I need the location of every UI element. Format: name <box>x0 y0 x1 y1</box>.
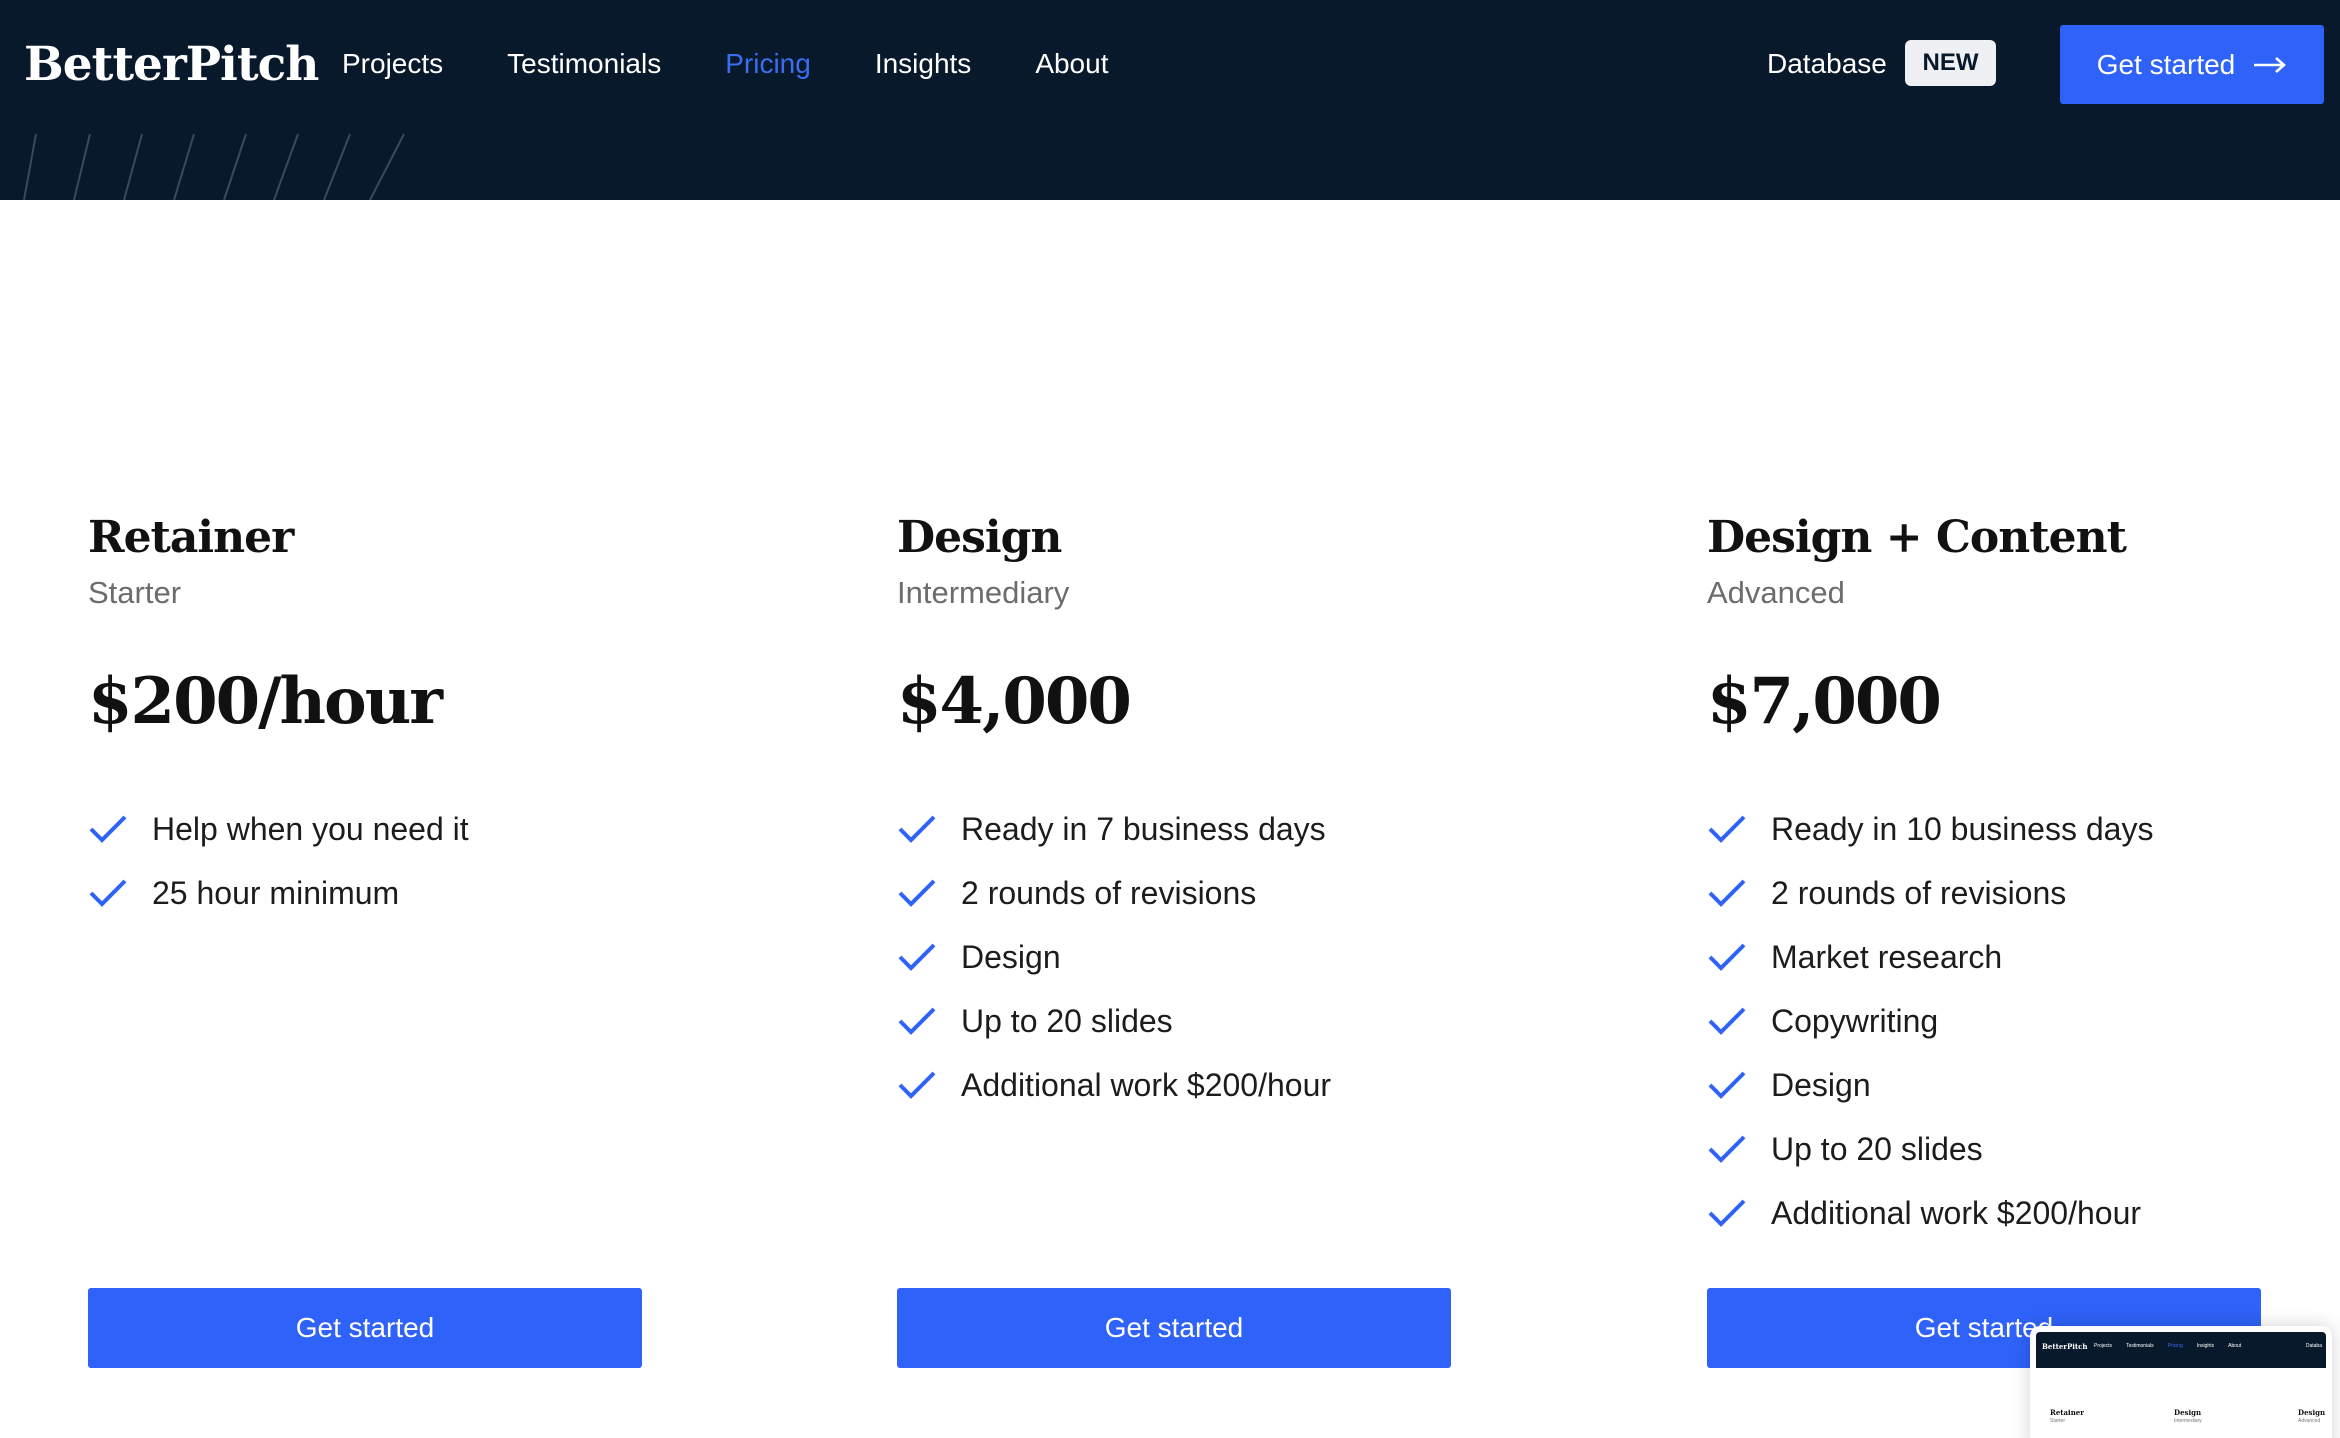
plan-retainer: Retainer Starter $200/hour Help when you… <box>88 505 648 925</box>
arrow-right-icon <box>2254 56 2287 73</box>
check-icon <box>89 815 127 843</box>
nav-item-about[interactable]: About <box>1035 40 1108 88</box>
plan-price: $7,000 <box>1707 664 1942 739</box>
feature-text: Help when you need it <box>152 810 469 847</box>
page-preview-thumbnail[interactable]: BetterPitch Projects Testimonials Pricing I… <box>2030 1326 2332 1438</box>
feature-text: Market research <box>1771 938 2003 975</box>
plan-name: Design <box>897 512 1062 563</box>
check-icon <box>898 1007 936 1035</box>
plan-name: Retainer <box>88 512 294 563</box>
nav-item-testimonials[interactable]: Testimonials <box>507 40 661 88</box>
feature-item: Additional work $200/hour <box>897 1053 1457 1117</box>
feature-item: Help when you need it <box>88 797 648 861</box>
feature-item: Up to 20 slides <box>897 989 1457 1053</box>
feature-item: Up to 20 slides <box>1707 1117 2267 1181</box>
check-icon <box>1708 1199 1746 1227</box>
feature-item: Design <box>897 925 1457 989</box>
preview-nav-item: Pricing <box>2167 1343 2183 1349</box>
decorative-stripes <box>23 133 405 200</box>
preview-nav-item: Testimonials <box>2126 1343 2154 1349</box>
preview-header: BetterPitch Projects Testimonials Pricing I… <box>2036 1332 2326 1368</box>
plan-design-content: Design + Content Advanced $7,000 Ready i… <box>1707 505 2267 1245</box>
feature-text: Ready in 7 business days <box>961 810 1326 847</box>
nav-item-insights[interactable]: Insights <box>875 40 972 88</box>
preview-plan-tier: Advanced <box>2298 1418 2321 1424</box>
preview-nav-item: Projects <box>2094 1343 2113 1349</box>
feature-list: Help when you need it 25 hour minimum <box>88 797 648 925</box>
plan-price: $4,000 <box>897 664 1132 739</box>
feature-item: 25 hour minimum <box>88 861 648 925</box>
preview-plan-tier: Intermediary <box>2174 1418 2202 1424</box>
feature-list: Ready in 7 business days 2 rounds of rev… <box>897 797 1457 1117</box>
retainer-get-started-button[interactable]: Get started <box>88 1288 642 1368</box>
feature-item: Additional work $200/hour <box>1707 1181 2267 1245</box>
plan-price: $200/hour <box>88 664 443 739</box>
check-icon <box>1708 1007 1746 1035</box>
preview-plan-name: Design <box>2298 1408 2326 1417</box>
feature-text: Design <box>1771 1066 1871 1103</box>
feature-item: Design <box>1707 1053 2267 1117</box>
feature-item: Market research <box>1707 925 2267 989</box>
check-icon <box>1708 1135 1746 1163</box>
feature-text: 2 rounds of revisions <box>961 874 1257 911</box>
main-nav: Projects Testimonials Pricing Insights A… <box>342 40 1172 88</box>
feature-item: Ready in 7 business days <box>897 797 1457 861</box>
plan-name: Design + Content <box>1707 512 2127 563</box>
check-icon <box>1708 815 1746 843</box>
preview-plan-tier: Starter <box>2050 1418 2066 1424</box>
preview-nav: Projects Testimonials Pricing Insights About <box>2094 1343 2255 1349</box>
check-icon <box>898 815 936 843</box>
new-badge: NEW <box>1905 40 1996 86</box>
check-icon <box>89 879 127 907</box>
feature-text: Additional work $200/hour <box>961 1066 1332 1103</box>
plan-tier: Advanced <box>1707 575 1845 610</box>
preview-plan-name: Retainer <box>2050 1408 2084 1417</box>
feature-item: Copywriting <box>1707 989 2267 1053</box>
nav-item-pricing[interactable]: Pricing <box>725 40 811 88</box>
preview-body: Retainer Starter Design Intermediary Des… <box>2036 1368 2326 1438</box>
plan-design: Design Intermediary $4,000 Ready in 7 bu… <box>897 505 1457 1117</box>
check-icon <box>898 1071 936 1099</box>
feature-text: Up to 20 slides <box>1771 1130 1983 1167</box>
preview-logo: BetterPitch <box>2042 1342 2088 1351</box>
feature-text: Ready in 10 business days <box>1771 810 2154 847</box>
feature-item: 2 rounds of revisions <box>897 861 1457 925</box>
nav-item-projects[interactable]: Projects <box>342 40 443 88</box>
check-icon <box>1708 1071 1746 1099</box>
feature-text: Design <box>961 938 1061 975</box>
header-get-started-label: Get started <box>2096 48 2236 80</box>
preview-nav-item: About <box>2228 1343 2242 1349</box>
site-header: BetterPitch Projects Testimonials Pricin… <box>0 0 2340 200</box>
preview-plan-name: Design <box>2174 1408 2202 1417</box>
plan-tier: Intermediary <box>897 575 1070 610</box>
feature-item: Ready in 10 business days <box>1707 797 2267 861</box>
design-get-started-button[interactable]: Get started <box>897 1288 1451 1368</box>
plan-tier: Starter <box>88 575 182 610</box>
feature-text: 2 rounds of revisions <box>1771 874 2067 911</box>
feature-text: Additional work $200/hour <box>1771 1194 2142 1231</box>
feature-text: 25 hour minimum <box>152 874 400 911</box>
check-icon <box>898 879 936 907</box>
feature-list: Ready in 10 business days 2 rounds of re… <box>1707 797 2267 1245</box>
feature-text: Copywriting <box>1771 1002 1939 1039</box>
preview-nav-item: Insights <box>2196 1343 2215 1349</box>
check-icon <box>1708 879 1746 907</box>
check-icon <box>898 943 936 971</box>
header-get-started-button[interactable]: Get started <box>2060 25 2324 104</box>
check-icon <box>1708 943 1746 971</box>
preview-db: Databa <box>2305 1343 2322 1349</box>
feature-text: Up to 20 slides <box>961 1002 1173 1039</box>
feature-item: 2 rounds of revisions <box>1707 861 2267 925</box>
nav-item-database[interactable]: Database <box>1767 40 1887 88</box>
brand-logo[interactable]: BetterPitch <box>24 34 319 96</box>
